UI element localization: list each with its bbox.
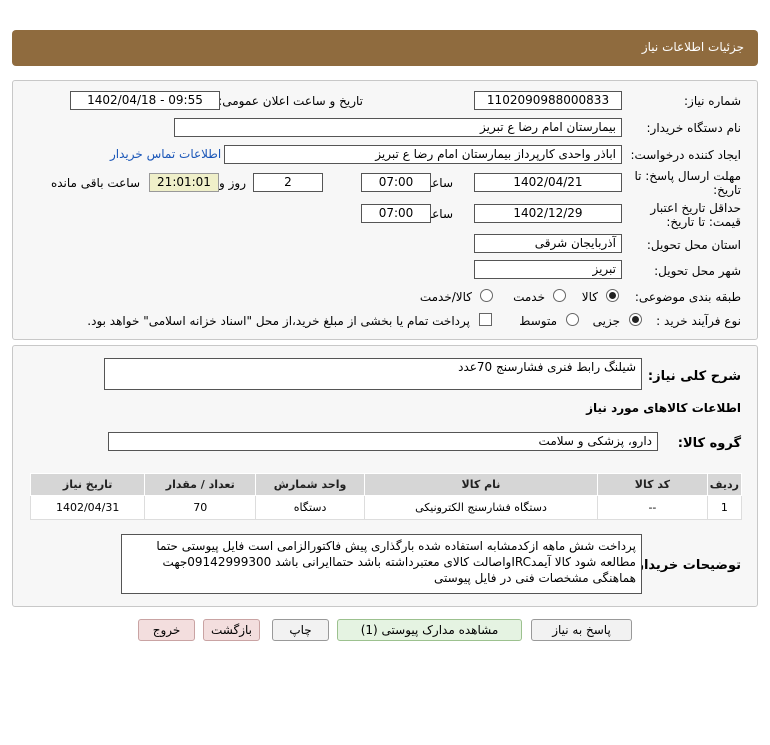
col-goods-name: نام کالا — [363, 473, 599, 496]
validity-date-field[interactable]: 1402/12/29 — [474, 204, 622, 223]
process-radio-medium[interactable] — [566, 313, 579, 326]
announce-label: تاریخ و ساعت اعلان عمومی: — [218, 94, 363, 108]
category-option-goods: کالا — [581, 290, 598, 304]
deadline-label-1: مهلت ارسال پاسخ: تا — [634, 169, 741, 183]
province-field[interactable]: آذربایجان شرقی — [474, 234, 622, 253]
category-option-both: کالا/خدمت — [419, 290, 472, 304]
province-label: استان محل تحویل: — [646, 238, 741, 252]
col-row-number: ردیف — [706, 473, 743, 496]
creator-field[interactable]: اباذر واحدی کارپرداز بیمارستان امام رضا … — [224, 145, 622, 164]
validity-time-field[interactable]: 07:00 — [361, 204, 431, 223]
remaining-label: ساعت باقی مانده — [50, 176, 140, 190]
buyer-field[interactable]: بیمارستان امام رضا ع تبریز — [174, 118, 622, 137]
announce-datetime-field[interactable]: 1402/04/18 - 09:55 — [70, 91, 220, 110]
back-button[interactable]: بازگشت — [203, 619, 260, 641]
cell-unit: دستگاه — [255, 495, 365, 520]
category-radio-both[interactable] — [480, 289, 493, 302]
process-option-medium: متوسط — [519, 314, 557, 328]
deadline-label-2: تاریخ: — [713, 183, 741, 197]
category-radio-goods[interactable] — [606, 289, 619, 302]
validity-label-1: حداقل تاریخ اعتبار — [650, 201, 741, 215]
deadline-date-field[interactable]: 1402/04/21 — [474, 173, 622, 192]
category-label: طبقه بندی موضوعی: — [634, 290, 741, 304]
need-number-label: شماره نیاز: — [684, 94, 741, 108]
print-button[interactable]: چاپ — [272, 619, 329, 641]
cell-goods-name: دستگاه فشارسنج الکترونیکی — [363, 495, 599, 520]
days-field[interactable]: 2 — [253, 173, 323, 192]
process-radio-minor[interactable] — [629, 313, 642, 326]
goods-group-label: گروه کالا: — [677, 436, 741, 451]
reply-button[interactable]: پاسخ به نیاز — [531, 619, 632, 641]
summary-field[interactable]: شیلنگ رابط فنری فشارسنج 70عدد — [104, 358, 642, 390]
col-unit: واحد شمارش — [255, 473, 365, 496]
goods-group-field[interactable]: دارو، پزشکی و سلامت — [108, 432, 658, 451]
buyer-contact-link[interactable]: اطلاعات تماس خریدار — [110, 147, 221, 161]
remaining-time-field: 21:01:01 — [149, 173, 219, 192]
summary-label: شرح کلی نیاز: — [647, 369, 741, 384]
table-header-row: ردیف کد کالا نام کالا واحد شمارش تعداد /… — [29, 473, 743, 496]
table-row[interactable]: 1 -- دستگاه فشارسنج الکترونیکی دستگاه 70… — [29, 495, 743, 520]
goods-table: ردیف کد کالا نام کالا واحد شمارش تعداد /… — [29, 473, 743, 520]
cell-need-date: 1402/04/31 — [29, 495, 146, 520]
process-label: نوع فرآیند خرید : — [656, 314, 741, 328]
view-attachments-button[interactable]: مشاهده مدارک پیوستی (1) — [337, 619, 522, 641]
creator-label: ایجاد کننده درخواست: — [630, 148, 741, 162]
exit-button[interactable]: خروج — [138, 619, 195, 641]
treasury-payment-checkbox[interactable] — [479, 313, 492, 326]
city-label: شهر محل تحویل: — [654, 264, 741, 278]
category-radio-service[interactable] — [553, 289, 566, 302]
cell-row-number: 1 — [706, 495, 743, 520]
need-number-field[interactable]: 1102090988000833 — [474, 91, 622, 110]
treasury-payment-note: پرداخت تمام یا بخشی از مبلغ خرید،از محل … — [87, 314, 470, 328]
buyer-notes-field[interactable]: پرداخت شش ماهه ازکدمشابه استفاده شده بار… — [121, 534, 642, 594]
process-option-minor: جزیی — [592, 314, 620, 328]
col-need-date: تاریخ نیاز — [29, 473, 146, 496]
validity-label-2: قیمت: تا تاریخ: — [666, 215, 741, 229]
city-field[interactable]: تبریز — [474, 260, 622, 279]
goods-info-title: اطلاعات کالاهای مورد نیاز — [586, 401, 741, 415]
buyer-label: نام دستگاه خریدار: — [646, 121, 742, 135]
page-title: جزئيات اطلاعات نياز — [641, 40, 744, 54]
goods-details-panel: شرح کلی نیاز: شیلنگ رابط فنری فشارسنج 70… — [12, 345, 758, 607]
page-header: جزئيات اطلاعات نياز — [12, 30, 758, 66]
col-goods-code: کد کالا — [597, 473, 708, 496]
days-label: روز و — [219, 176, 246, 190]
buyer-notes-label: توضیحات خریدار: — [631, 558, 741, 573]
cell-goods-code: -- — [597, 495, 708, 520]
deadline-time-field[interactable]: 07:00 — [361, 173, 431, 192]
col-quantity: تعداد / مقدار — [144, 473, 257, 496]
category-option-service: خدمت — [513, 290, 545, 304]
request-details-panel: شماره نیاز: 1102090988000833 تاریخ و ساع… — [12, 80, 758, 340]
cell-quantity: 70 — [144, 495, 257, 520]
